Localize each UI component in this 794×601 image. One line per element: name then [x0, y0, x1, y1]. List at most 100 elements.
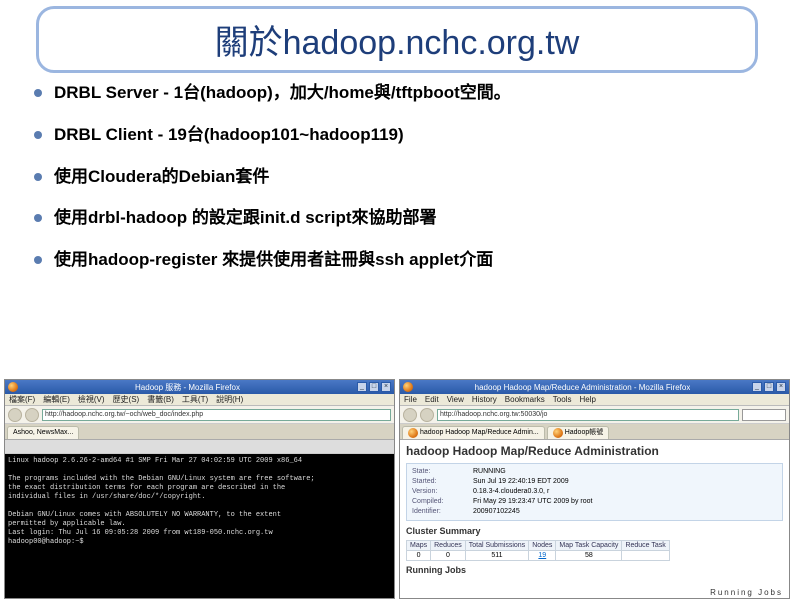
info-key: Identifier:: [412, 507, 467, 517]
bullet-icon: [34, 173, 42, 181]
bullet-icon: [34, 89, 42, 97]
back-icon[interactable]: [8, 408, 22, 422]
back-icon[interactable]: [403, 408, 417, 422]
cell: [622, 551, 669, 561]
section-heading: Running Jobs: [400, 563, 789, 577]
menu-item[interactable]: Edit: [425, 395, 439, 404]
info-val: 0.18.3-4.cloudera0.3.0, r: [473, 487, 549, 497]
firefox-icon: [553, 428, 563, 438]
list-item: 使用hadoop-register 來提供使用者註冊與ssh applet介面: [34, 248, 760, 272]
bullet-text: 使用hadoop-register 來提供使用者註冊與ssh applet介面: [54, 248, 493, 272]
window-titlebar: Hadoop 服務 - Mozilla Firefox _ □ ×: [5, 380, 394, 394]
table-row: Maps Reduces Total Submissions Nodes Map…: [407, 541, 670, 551]
statusbar-text: Running Jobs: [710, 588, 783, 597]
menu-item[interactable]: Help: [579, 395, 595, 404]
tab-bar: hadoop Hadoop Map/Reduce Admin... Hadoop…: [400, 424, 789, 440]
toolbar: http://hadoop.nchc.org.tw:50030/jo: [400, 406, 789, 424]
info-val: Sun Jul 19 22:40:19 EDT 2009: [473, 477, 569, 487]
maximize-icon[interactable]: □: [369, 382, 379, 392]
info-box: State: RUNNING Started: Sun Jul 19 22:40:1…: [406, 463, 783, 521]
menu-item[interactable]: View: [447, 395, 464, 404]
bullet-text: 使用drbl-hadoop 的設定跟init.d script來協助部署: [54, 206, 436, 230]
close-icon[interactable]: ×: [381, 382, 391, 392]
info-val: Fri May 29 19:23:47 UTC 2009 by root: [473, 497, 592, 507]
bullet-text: 使用Cloudera的Debian套件: [54, 165, 269, 189]
info-val: 200907102245: [473, 507, 520, 517]
firefox-icon: [8, 382, 18, 392]
forward-icon[interactable]: [420, 408, 434, 422]
menu-item[interactable]: 書籤(B): [147, 394, 174, 405]
bookmark-item[interactable]: Ashoo, NewsMax...: [7, 426, 79, 439]
bullet-icon: [34, 256, 42, 264]
bullet-list: DRBL Server - 1台(hadoop)，加大/home與/tftpbo…: [34, 81, 760, 272]
forward-icon[interactable]: [25, 408, 39, 422]
bullet-text: DRBL Server - 1台(hadoop)，加大/home與/tftpbo…: [54, 81, 511, 105]
window-title: hadoop Hadoop Map/Reduce Administration …: [475, 383, 691, 392]
info-key: Started:: [412, 477, 467, 487]
search-input[interactable]: [742, 409, 786, 421]
col-header: Maps: [407, 541, 431, 551]
toolbar: http://hadoop.nchc.org.tw/~och/web_doc/i…: [5, 406, 394, 424]
firefox-icon: [408, 428, 418, 438]
page-title: hadoop Hadoop Map/Reduce Administration: [400, 440, 789, 460]
cell: 511: [465, 551, 528, 561]
list-item: 使用drbl-hadoop 的設定跟init.d script來協助部署: [34, 206, 760, 230]
browser-window-left: Hadoop 服務 - Mozilla Firefox _ □ × 檔案(F) …: [4, 379, 395, 599]
browser-tab[interactable]: hadoop Hadoop Map/Reduce Admin...: [402, 426, 545, 439]
info-val: RUNNING: [473, 467, 506, 477]
menu-item[interactable]: 說明(H): [216, 394, 243, 405]
menu-item[interactable]: 編輯(E): [43, 394, 70, 405]
maximize-icon[interactable]: □: [764, 382, 774, 392]
info-key: Version:: [412, 487, 467, 497]
table-row: 0 0 511 19 58: [407, 551, 670, 561]
list-item: DRBL Server - 1台(hadoop)，加大/home與/tftpbo…: [34, 81, 760, 105]
browser-window-right: hadoop Hadoop Map/Reduce Administration …: [399, 379, 790, 599]
bullet-icon: [34, 214, 42, 222]
slide-title-box: 關於hadoop.nchc.org.tw: [36, 6, 758, 73]
sub-toolbar: [5, 440, 394, 454]
menu-item[interactable]: Tools: [553, 395, 572, 404]
col-header: Map Task Capacity: [556, 541, 622, 551]
address-bar[interactable]: http://hadoop.nchc.org.tw/~och/web_doc/i…: [42, 409, 391, 421]
list-item: 使用Cloudera的Debian套件: [34, 165, 760, 189]
menubar: 檔案(F) 編輯(E) 檢視(V) 歷史(S) 書籤(B) 工具(T) 說明(H…: [5, 394, 394, 406]
minimize-icon[interactable]: _: [752, 382, 762, 392]
window-controls: _ □ ×: [357, 382, 391, 392]
window-controls: _ □ ×: [752, 382, 786, 392]
menu-item[interactable]: File: [404, 395, 417, 404]
minimize-icon[interactable]: _: [357, 382, 367, 392]
bullet-icon: [34, 131, 42, 139]
menu-item[interactable]: 檢視(V): [78, 394, 105, 405]
menu-item[interactable]: 工具(T): [182, 394, 208, 405]
menu-item[interactable]: 歷史(S): [113, 394, 140, 405]
menu-item[interactable]: History: [472, 395, 497, 404]
info-key: State:: [412, 467, 467, 477]
terminal-applet[interactable]: Linux hadoop 2.6.26-2-amd64 #1 SMP Fri M…: [5, 454, 394, 598]
address-bar[interactable]: http://hadoop.nchc.org.tw:50030/jo: [437, 409, 739, 421]
firefox-icon: [403, 382, 413, 392]
cell: 0: [407, 551, 431, 561]
cell[interactable]: 19: [529, 551, 556, 561]
col-header: Nodes: [529, 541, 556, 551]
list-item: DRBL Client - 19台(hadoop101~hadoop119): [34, 123, 760, 147]
bullet-text: DRBL Client - 19台(hadoop101~hadoop119): [54, 123, 404, 147]
menubar: File Edit View History Bookmarks Tools H…: [400, 394, 789, 406]
col-header: Total Submissions: [465, 541, 528, 551]
window-titlebar: hadoop Hadoop Map/Reduce Administration …: [400, 380, 789, 394]
cell: 58: [556, 551, 622, 561]
screenshots-row: Hadoop 服務 - Mozilla Firefox _ □ × 檔案(F) …: [4, 379, 790, 599]
menu-item[interactable]: Bookmarks: [505, 395, 545, 404]
section-heading: Cluster Summary: [400, 524, 789, 538]
col-header: Reduces: [431, 541, 466, 551]
page-content: hadoop Hadoop Map/Reduce Administration …: [400, 440, 789, 598]
browser-tab[interactable]: Hadoop帳號: [547, 426, 610, 439]
col-header: Reduce Task: [622, 541, 669, 551]
menu-item[interactable]: 檔案(F): [9, 394, 35, 405]
slide-title: 關於hadoop.nchc.org.tw: [215, 24, 580, 62]
close-icon[interactable]: ×: [776, 382, 786, 392]
info-key: Compiled:: [412, 497, 467, 507]
cell: 0: [431, 551, 466, 561]
cluster-summary-table: Maps Reduces Total Submissions Nodes Map…: [406, 540, 670, 561]
bookmarks-bar: Ashoo, NewsMax...: [5, 424, 394, 440]
window-title: Hadoop 服務 - Mozilla Firefox: [135, 382, 240, 393]
